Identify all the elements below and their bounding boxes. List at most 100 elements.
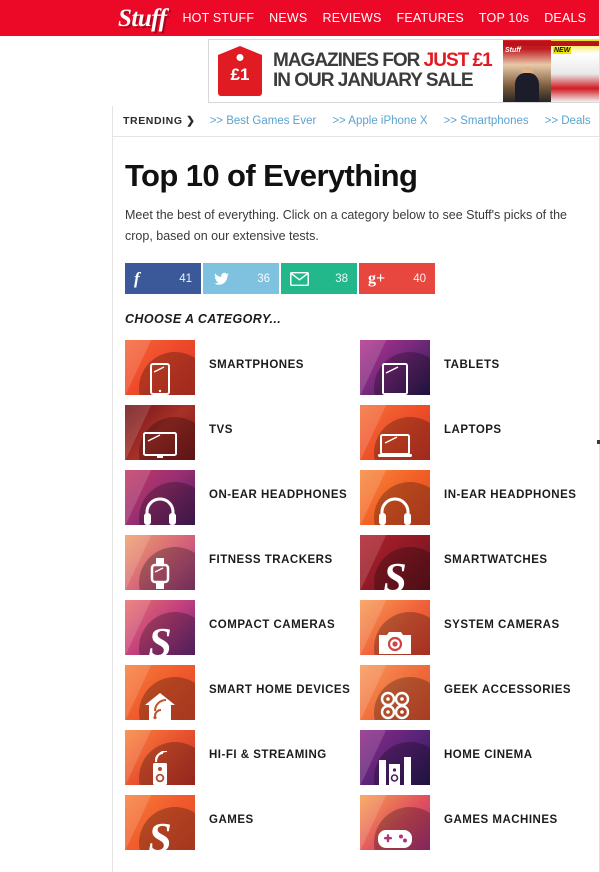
trending-smartphones[interactable]: >> Smartphones [444, 115, 529, 127]
share-button-twitter[interactable]: 36 [203, 263, 279, 294]
category-grid: SMARTPHONES TABLETS TVS LAPTOPS ON-EAR HEADP… [125, 340, 595, 860]
category-thumbnail [125, 665, 195, 720]
cover-title-2: NEW [553, 47, 572, 54]
category-compact-cameras[interactable]: S COMPACT CAMERAS [125, 600, 360, 665]
category-label: SMARTPHONES [209, 359, 304, 371]
category-thumbnail [360, 340, 430, 395]
category-label: GAMES MACHINES [444, 814, 558, 826]
share-button-email[interactable]: 38 [281, 263, 357, 294]
share-button-facebook[interactable]: f 41 [125, 263, 201, 294]
category-geek-accessories[interactable]: GEEK ACCESSORIES [360, 665, 595, 730]
category-in-ear-headphones[interactable]: IN-EAR HEADPHONES [360, 470, 595, 535]
category-label: TVS [209, 424, 233, 436]
category-label: SYSTEM CAMERAS [444, 619, 560, 631]
email-icon [290, 271, 309, 287]
trending-best-games-ever[interactable]: >> Best Games Ever [210, 115, 317, 127]
category-thumbnail [125, 730, 195, 785]
ad-line-2: IN OUR JANUARY SALE [273, 70, 474, 91]
category-tablets[interactable]: TABLETS [360, 340, 595, 405]
ad-line-1: MAGAZINES FOR JUST £1 [273, 51, 503, 71]
cover-banner-1 [503, 41, 551, 46]
share-count-email: 38 [335, 272, 348, 285]
main-navigation: HOT STUFF NEWS REVIEWS FEATURES TOP 10s DEALS [182, 11, 586, 25]
category-label: COMPACT CAMERAS [209, 619, 336, 631]
ad-line-1b: JUST £1 [423, 50, 493, 71]
trending-links: >> Best Games Ever >> Apple iPhone X >> Sm… [210, 115, 600, 127]
cover-banner-2 [551, 41, 599, 46]
stuff-logo[interactable]: Stuff [118, 6, 167, 31]
facebook-icon-glyph: f [134, 269, 140, 288]
nav-news[interactable]: NEWS [269, 11, 307, 25]
cover-figure-1 [515, 73, 539, 102]
category-label: SMARTWATCHES [444, 554, 548, 566]
share-count-facebook: 41 [179, 272, 192, 285]
nav-top-10s[interactable]: TOP 10s [479, 11, 529, 25]
category-thumbnail [360, 665, 430, 720]
share-button-googleplus[interactable]: g+ 40 [359, 263, 435, 294]
google-plus-icon: g+ [368, 269, 386, 287]
magazine-cover-2: NEW [551, 40, 599, 102]
category-thumbnail [360, 795, 430, 850]
category-games[interactable]: S GAMES [125, 795, 360, 860]
magazine-cover-1: Stuff [503, 40, 551, 102]
category-label: GAMES [209, 814, 254, 826]
nav-features[interactable]: FEATURES [397, 11, 464, 25]
page-description: Meet the best of everything. Click on a … [125, 208, 567, 243]
facebook-icon: f [134, 270, 140, 287]
category-home-cinema[interactable]: HOME CINEMA [360, 730, 595, 795]
article-body: Top 10 of Everything Meet the best of ev… [113, 137, 600, 860]
category-smartphones[interactable]: SMARTPHONES [125, 340, 360, 405]
stuff-s-icon: S [148, 816, 172, 850]
category-label: GEEK ACCESSORIES [444, 684, 572, 696]
category-label: ON-EAR HEADPHONES [209, 489, 348, 501]
category-label: HI-FI & STREAMING [209, 749, 327, 761]
category-thumbnail [125, 470, 195, 525]
category-thumbnail [360, 600, 430, 655]
trending-bar: TRENDING ❯ >> Best Games Ever >> Apple iP… [113, 106, 600, 137]
category-fitness-trackers[interactable]: FITNESS TRACKERS [125, 535, 360, 600]
price-tag-icon: £1 [218, 46, 262, 96]
category-thumbnail [360, 470, 430, 525]
category-thumbnail: S [360, 535, 430, 590]
trending-apple-iphone-x[interactable]: >> Apple iPhone X [332, 115, 427, 127]
google-plus-icon-glyph: g+ [368, 269, 386, 287]
ad-banner[interactable]: £1 MAGAZINES FOR JUST £1 IN OUR JANUARY … [208, 39, 600, 103]
ad-copy: MAGAZINES FOR JUST £1 IN OUR JANUARY SAL… [271, 40, 503, 102]
stuff-s-icon: S [383, 556, 407, 590]
category-smartwatches[interactable]: S SMARTWATCHES [360, 535, 595, 600]
category-thumbnail [125, 340, 195, 395]
category-label: HOME CINEMA [444, 749, 533, 761]
page-title: Top 10 of Everything [125, 158, 418, 193]
category-games-machines[interactable]: GAMES MACHINES [360, 795, 595, 860]
trending-label: TRENDING ❯ [123, 115, 196, 127]
ad-tag-region: £1 [209, 40, 271, 102]
category-label: IN-EAR HEADPHONES [444, 489, 577, 501]
category-thumbnail [360, 405, 430, 460]
category-label: TABLETS [444, 359, 500, 371]
category-thumbnail: S [125, 600, 195, 655]
category-system-cameras[interactable]: SYSTEM CAMERAS [360, 600, 595, 665]
choose-category-heading: CHOOSE A CATEGORY... [125, 312, 282, 326]
nav-reviews[interactable]: REVIEWS [322, 11, 381, 25]
category-label: LAPTOPS [444, 424, 502, 436]
share-count-googleplus: 40 [413, 272, 426, 285]
ad-magazine-covers: Stuff NEW [503, 40, 599, 102]
twitter-icon [212, 271, 231, 287]
category-label: FITNESS TRACKERS [209, 554, 333, 566]
nav-hot-stuff[interactable]: HOT STUFF [182, 11, 254, 25]
category-hi-fi-streaming[interactable]: HI-FI & STREAMING [125, 730, 360, 795]
share-bar: f 41 36 38 g+ 40 [125, 263, 588, 294]
category-tvs[interactable]: TVS [125, 405, 360, 470]
stuff-s-icon: S [148, 621, 172, 655]
trending-deals[interactable]: >> Deals [545, 115, 591, 127]
site-header: Stuff HOT STUFF NEWS REVIEWS FEATURES TOP 10… [0, 0, 600, 36]
ad-tag-price: £1 [230, 65, 250, 84]
category-thumbnail [360, 730, 430, 785]
nav-deals[interactable]: DEALS [544, 11, 586, 25]
category-thumbnail [125, 535, 195, 590]
ad-line-1a: MAGAZINES FOR [273, 50, 424, 71]
category-laptops[interactable]: LAPTOPS [360, 405, 595, 470]
category-smart-home-devices[interactable]: SMART HOME DEVICES [125, 665, 360, 730]
category-on-ear-headphones[interactable]: ON-EAR HEADPHONES [125, 470, 360, 535]
ad-banner-region: £1 MAGAZINES FOR JUST £1 IN OUR JANUARY … [0, 36, 600, 106]
